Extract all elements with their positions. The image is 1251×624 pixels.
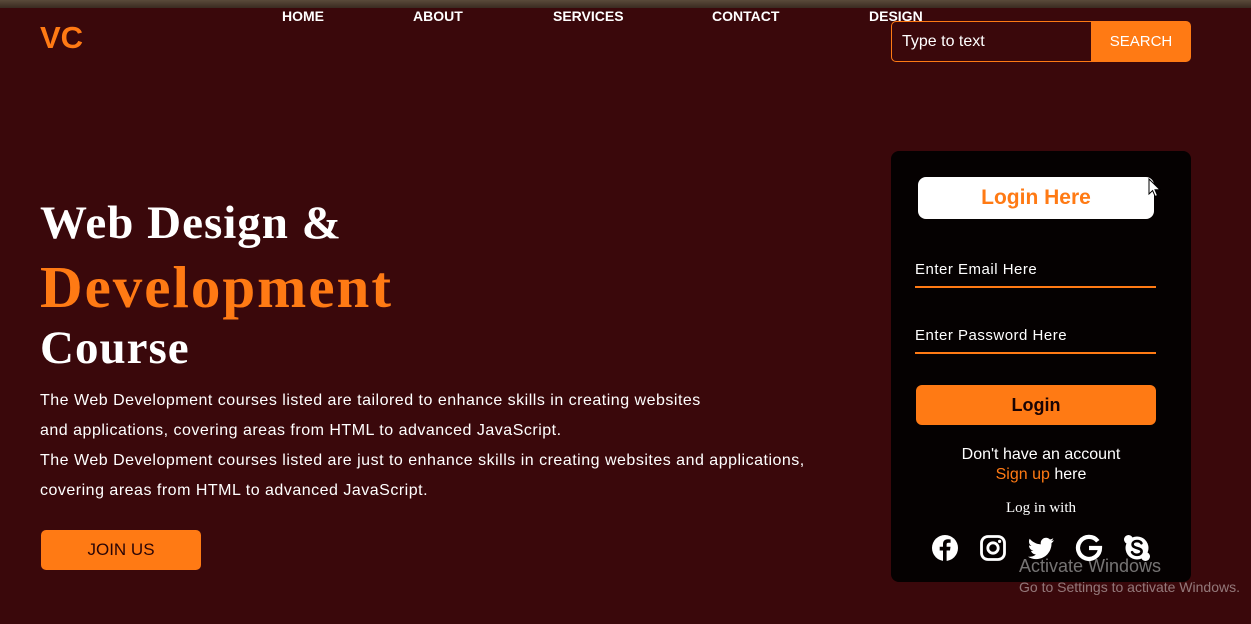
- nav-about[interactable]: ABOUT: [413, 8, 553, 24]
- description-line: and applications, covering areas from HT…: [40, 422, 562, 439]
- signup-line: Sign up here: [891, 465, 1191, 485]
- description-line: covering areas from HTML to advanced Jav…: [40, 482, 429, 499]
- signup-suffix: here: [1049, 466, 1087, 483]
- signup-prompt: Don't have an account Sign up here: [891, 445, 1191, 485]
- login-button[interactable]: Login: [916, 385, 1156, 425]
- hero-title-line3: Course: [40, 322, 190, 374]
- instagram-icon[interactable]: [979, 534, 1007, 562]
- no-account-text: Don't have an account: [961, 446, 1121, 463]
- search-input[interactable]: [891, 21, 1091, 62]
- login-with-label: Log in with: [1006, 500, 1076, 516]
- description-line: The Web Development courses listed are j…: [40, 452, 805, 469]
- hero-title-line1: Web Design &: [40, 197, 342, 249]
- watermark-title: Activate Windows: [1019, 556, 1162, 576]
- watermark-subtitle: Go to Settings to activate Windows.: [1019, 579, 1240, 595]
- mouse-cursor-icon: [1148, 178, 1162, 198]
- top-border: [0, 0, 1251, 8]
- hero-title: Web Design & Development Course: [40, 195, 393, 373]
- site-logo[interactable]: VC: [40, 20, 83, 56]
- nav-services[interactable]: SERVICES: [553, 8, 712, 24]
- hero-title-line2: Development: [40, 254, 393, 320]
- hero-description: The Web Development courses listed are t…: [40, 386, 805, 506]
- signup-link[interactable]: Sign up: [996, 466, 1050, 483]
- facebook-icon[interactable]: [931, 534, 959, 562]
- search-button[interactable]: SEARCH: [1091, 21, 1191, 62]
- search-bar: SEARCH: [891, 21, 1191, 62]
- login-panel: Login Here Login Don't have an account S…: [891, 151, 1191, 582]
- nav-contact[interactable]: CONTACT: [712, 8, 869, 24]
- email-field[interactable]: [915, 252, 1156, 288]
- nav-home[interactable]: HOME: [282, 8, 413, 24]
- main-nav: HOME ABOUT SERVICES CONTACT DESIGN: [282, 8, 923, 24]
- join-us-button[interactable]: JOIN US: [41, 530, 201, 570]
- description-line: The Web Development courses listed are t…: [40, 392, 701, 409]
- windows-activation-watermark: Activate Windows Go to Settings to activ…: [1019, 555, 1240, 597]
- login-heading: Login Here: [918, 177, 1154, 219]
- password-field[interactable]: [915, 318, 1156, 354]
